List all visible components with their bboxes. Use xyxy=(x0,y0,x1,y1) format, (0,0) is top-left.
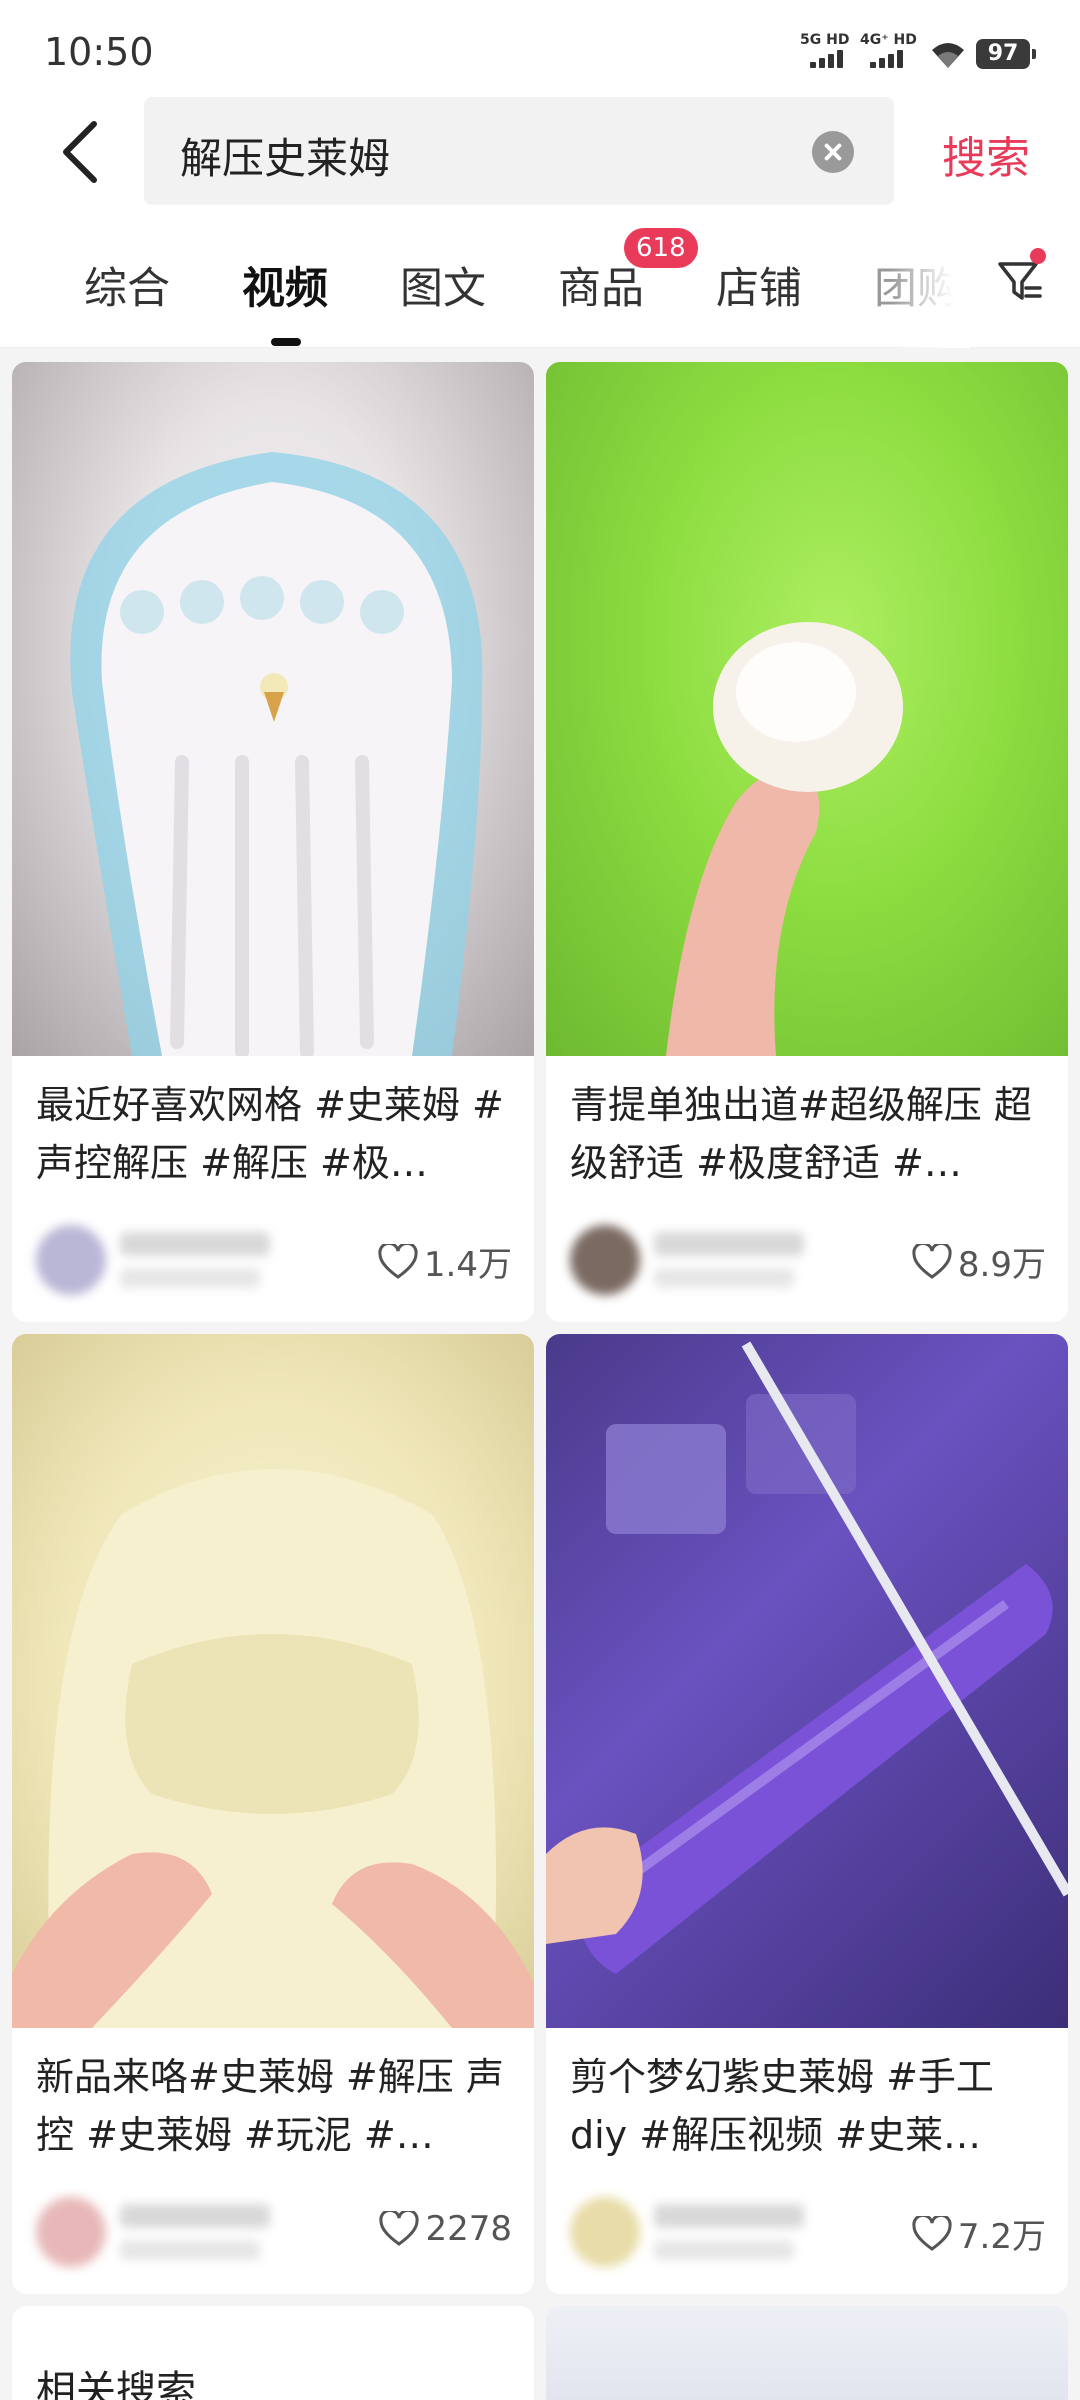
search-header: 解压史莱姆 搜索 xyxy=(0,92,1080,210)
like-count[interactable]: 1.4万 xyxy=(378,1237,512,1286)
author-name-blurred xyxy=(654,2204,804,2228)
result-type-tabs: 综合 视频 图文 商品 618 店铺 团购 xyxy=(0,210,1080,348)
clear-icon[interactable] xyxy=(812,131,854,173)
author-name-blurred xyxy=(120,2204,270,2228)
related-search-title: 相关搜索 xyxy=(36,2368,196,2400)
video-thumbnail xyxy=(12,1334,534,2028)
author-meta-blurred xyxy=(120,2240,260,2260)
products-badge: 618 xyxy=(624,228,698,268)
avatar[interactable] xyxy=(36,2197,106,2267)
author-meta-blurred xyxy=(120,1268,260,1288)
filter-icon[interactable] xyxy=(996,258,1042,304)
video-card[interactable]: 最近好喜欢网格 #史莱姆 #声控解压 #解压 #极… 1.4万 xyxy=(12,362,534,1322)
like-count-text: 1.4万 xyxy=(423,1245,512,1285)
signal-bars-icon xyxy=(870,50,906,68)
video-card[interactable]: 青提单独出道#超级解压 超级舒适 #极度舒适 #… 8.9万 xyxy=(546,362,1068,1322)
tab-video[interactable]: 视频 xyxy=(242,254,328,316)
author-name-blurred xyxy=(120,1232,270,1256)
avatar[interactable] xyxy=(570,1225,640,1295)
video-title: 最近好喜欢网格 #史莱姆 #声控解压 #解压 #极… xyxy=(36,1083,504,1185)
video-thumbnail xyxy=(546,1334,1068,2028)
video-title: 剪个梦幻紫史莱姆 #手工 diy #解压视频 #史莱… xyxy=(570,2055,994,2157)
author-meta-blurred xyxy=(654,1268,794,1288)
avatar[interactable] xyxy=(570,2197,640,2267)
search-button[interactable]: 搜索 xyxy=(942,122,1030,186)
battery-indicator: 97 xyxy=(976,39,1036,69)
author-name-blurred xyxy=(654,1232,804,1256)
search-input[interactable]: 解压史莱姆 xyxy=(144,97,894,205)
network-label-2: 4G⁺ HD xyxy=(860,32,917,48)
tab-shops[interactable]: 店铺 xyxy=(716,254,802,316)
network-label-1: 5G HD xyxy=(800,32,850,48)
video-card[interactable]: 新品来咯#史莱姆 #解压 声控 #史莱姆 #玩泥 #… 2278 xyxy=(12,1334,534,2294)
back-arrow-icon[interactable] xyxy=(56,120,106,184)
signal-5g: 5G HD xyxy=(800,32,850,68)
tab-general[interactable]: 综合 xyxy=(84,254,170,316)
video-title: 青提单独出道#超级解压 超级舒适 #极度舒适 #… xyxy=(570,1083,1032,1185)
like-count-text: 7.2万 xyxy=(957,2217,1046,2257)
like-count-text: 8.9万 xyxy=(957,1245,1046,1285)
video-card[interactable]: 剪个梦幻紫史莱姆 #手工 diy #解压视频 #史莱… 7.2万 xyxy=(546,1334,1068,2294)
video-thumbnail xyxy=(12,362,534,1056)
video-title: 新品来咯#史莱姆 #解压 声控 #史莱姆 #玩泥 #… xyxy=(36,2055,504,2157)
filter-notification-dot xyxy=(1030,248,1046,264)
status-time: 10:50 xyxy=(44,30,154,74)
status-bar: 10:50 5G HD 4G⁺ HD 97 xyxy=(0,0,1080,92)
active-tab-indicator xyxy=(271,338,301,346)
heart-icon xyxy=(912,2215,952,2251)
like-count[interactable]: 7.2万 xyxy=(912,2209,1046,2258)
tabs-fade xyxy=(890,210,970,348)
video-thumbnail xyxy=(546,362,1068,1056)
tab-image-text[interactable]: 图文 xyxy=(400,254,486,316)
like-count[interactable]: 2278 xyxy=(379,2209,512,2249)
heart-icon xyxy=(912,1243,952,1279)
avatar[interactable] xyxy=(36,1225,106,1295)
signal-4g: 4G⁺ HD xyxy=(860,32,917,68)
heart-icon xyxy=(378,1243,418,1279)
search-query-text: 解压史莱姆 xyxy=(180,134,391,183)
wifi-icon xyxy=(932,43,964,68)
author-meta-blurred xyxy=(654,2240,794,2260)
like-count-text: 2278 xyxy=(425,2209,512,2249)
heart-icon xyxy=(379,2211,420,2246)
like-count[interactable]: 8.9万 xyxy=(912,1237,1046,1286)
signal-bars-icon xyxy=(810,50,846,68)
video-card[interactable] xyxy=(546,2306,1068,2400)
